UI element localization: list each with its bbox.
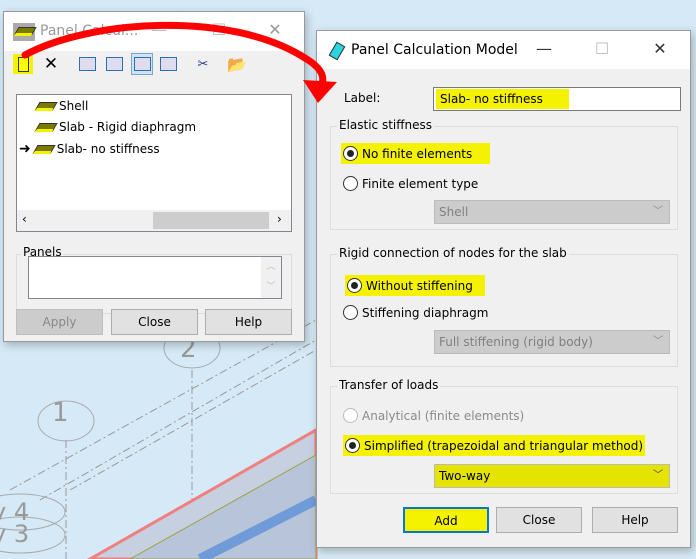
- radio-no-finite-elements[interactable]: No finite elements: [341, 143, 491, 164]
- model-icon: [328, 41, 346, 61]
- slab-icon: [34, 101, 58, 111]
- stiffening-type-select[interactable]: Full stiffening (rigid body) ﹀: [434, 330, 670, 354]
- help-button[interactable]: Help: [205, 309, 292, 335]
- radio-finite-element-type[interactable]: Finite element type: [343, 176, 478, 191]
- view1-icon[interactable]: [77, 54, 97, 74]
- maximize-button[interactable]: ☐: [204, 20, 234, 39]
- radio-stiffening-diaphragm[interactable]: Stiffening diaphragm: [343, 305, 488, 320]
- tree-item[interactable]: Shell: [34, 99, 89, 113]
- close-window-button[interactable]: ✕: [260, 20, 290, 39]
- scroll-left-icon[interactable]: ‹: [22, 212, 27, 226]
- radio-label: Stiffening diaphragm: [362, 305, 489, 320]
- radio-without-stiffening[interactable]: Without stiffening: [345, 275, 485, 296]
- title-bar[interactable]: Panel Calculation Model — ☐ ✕: [317, 31, 690, 69]
- panels-scrollbar[interactable]: ︿ ﹀: [261, 257, 281, 298]
- apply-button[interactable]: Apply: [16, 309, 103, 335]
- slab-icon: [32, 144, 56, 154]
- radio-analytical[interactable]: Analytical (finite elements): [343, 408, 524, 423]
- chevron-down-icon: ﹀: [653, 336, 663, 347]
- tree-item-label: Shell: [59, 99, 89, 113]
- delete-icon[interactable]: ✕: [41, 54, 61, 74]
- radio-label: Without stiffening: [366, 278, 473, 293]
- tree-item-label: Slab- no stiffness: [56, 142, 160, 156]
- tree-item-label: Slab - Rigid diaphragm: [59, 120, 197, 134]
- cut-icon[interactable]: ✂: [193, 54, 213, 74]
- dialog-title: Panel Calcul...: [40, 23, 139, 39]
- finite-element-type-select[interactable]: Shell ﹀: [434, 200, 670, 224]
- grid-label-y3: y 3: [0, 520, 30, 548]
- tree-item[interactable]: Slab - Rigid diaphragm: [34, 120, 197, 134]
- panel-calculation-model-dialog: Panel Calculation Model — ☐ ✕ Label: Sla…: [316, 30, 691, 548]
- label-input[interactable]: Slab- no stiffness: [433, 87, 681, 111]
- elastic-stiffness-group: Elastic stiffness No finite elements Fin…: [330, 118, 678, 230]
- new-icon[interactable]: [13, 54, 33, 74]
- radio-label: Simplified (trapezoidal and triangular m…: [364, 438, 644, 453]
- scroll-thumb[interactable]: [153, 212, 269, 229]
- radio-simplified[interactable]: Simplified (trapezoidal and triangular m…: [343, 435, 646, 456]
- label-caption: Label:: [344, 91, 381, 105]
- group-title: Rigid connection of nodes for the slab: [337, 246, 569, 260]
- dialog-title: Panel Calculation Model: [351, 42, 518, 58]
- load-distribution-select[interactable]: Two-way ﹀: [434, 464, 670, 488]
- tree-item-current[interactable]: ➜ Slab- no stiffness: [19, 141, 160, 157]
- app-icon: [13, 23, 37, 41]
- group-title: Transfer of loads: [337, 378, 441, 392]
- minimize-button[interactable]: —: [529, 39, 559, 58]
- title-bar[interactable]: Panel Calcul... — ☐ ✕: [4, 12, 304, 51]
- close-button[interactable]: Close: [111, 309, 198, 335]
- maximize-button[interactable]: ☐: [587, 39, 617, 58]
- panels-input[interactable]: ︿ ﹀: [28, 256, 282, 299]
- view3-icon[interactable]: [131, 53, 153, 75]
- slab-icon: [34, 122, 58, 132]
- chevron-down-icon: ﹀: [653, 470, 663, 481]
- open-folder-icon[interactable]: 📂: [227, 54, 247, 74]
- model-tree[interactable]: Shell Slab - Rigid diaphragm ➜ Slab- no s…: [16, 94, 292, 232]
- chevron-down-icon: ﹀: [653, 206, 663, 217]
- view4-icon[interactable]: [158, 54, 178, 74]
- transfer-of-loads-group: Transfer of loads Analytical (finite ele…: [330, 378, 678, 494]
- scroll-right-icon[interactable]: ›: [277, 212, 282, 226]
- radio-label: Analytical (finite elements): [362, 408, 525, 423]
- group-title: Elastic stiffness: [337, 118, 435, 132]
- panel-calculation-list-dialog: Panel Calcul... — ☐ ✕ ✕ ✂ 📂 Shell Slab -…: [3, 11, 305, 342]
- radio-label: No finite elements: [362, 146, 473, 161]
- close-button[interactable]: Close: [496, 507, 582, 533]
- minimize-button[interactable]: —: [144, 20, 174, 39]
- label-value: Slab- no stiffness: [436, 89, 569, 109]
- current-arrow-icon: ➜: [19, 141, 31, 157]
- radio-label: Finite element type: [362, 176, 479, 191]
- view2-icon[interactable]: [104, 54, 124, 74]
- add-button[interactable]: Add: [403, 507, 489, 533]
- rigid-connection-group: Rigid connection of nodes for the slab W…: [330, 246, 678, 367]
- close-window-button[interactable]: ✕: [645, 39, 675, 58]
- horizontal-scrollbar[interactable]: ‹ ›: [17, 210, 291, 231]
- help-button[interactable]: Help: [592, 507, 678, 533]
- grid-label-1: 1: [52, 398, 69, 428]
